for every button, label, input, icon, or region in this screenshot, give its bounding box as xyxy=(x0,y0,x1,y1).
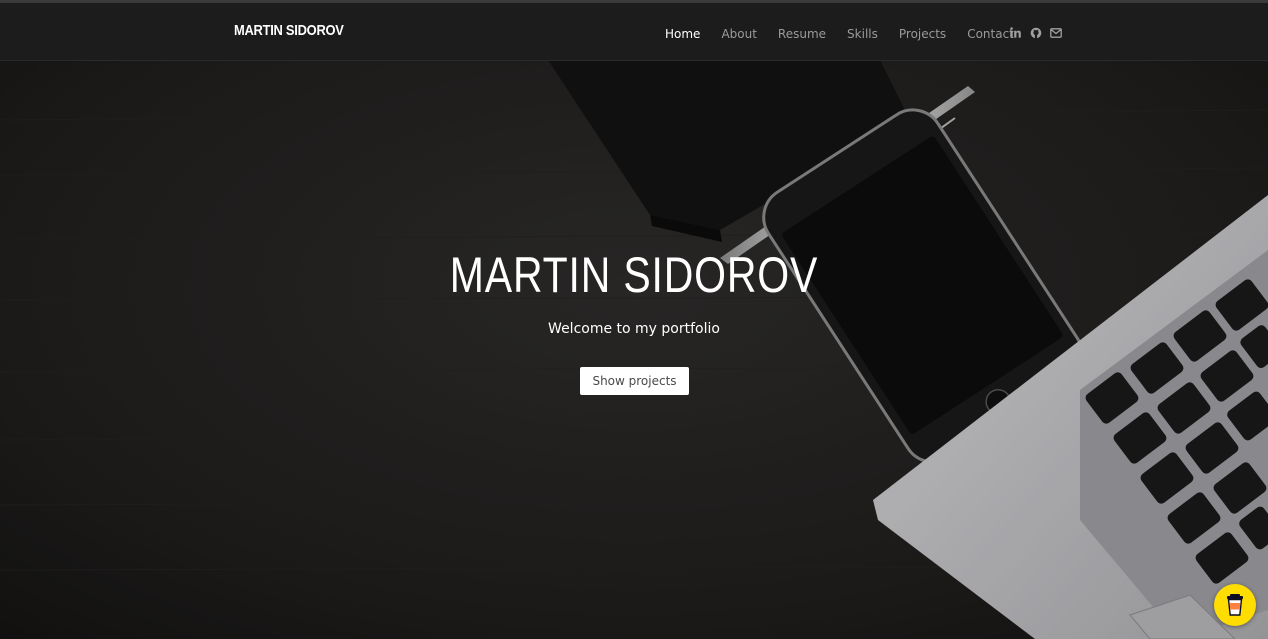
hero-title: MARTIN SIDOROV xyxy=(449,247,819,303)
coffee-button[interactable] xyxy=(1214,584,1256,626)
portfolio-page: MARTIN SIDOROV Home About Resume Skills … xyxy=(0,0,1268,639)
hero-subtitle: Welcome to my portfolio xyxy=(548,321,720,337)
nav-links: Home About Resume Skills Projects Contac… xyxy=(665,25,1035,43)
hero-background-image xyxy=(0,0,1268,639)
nav-link-contact[interactable]: Contact xyxy=(967,27,1014,41)
nav-link-resume[interactable]: Resume xyxy=(778,27,826,41)
nav-link-home[interactable]: Home xyxy=(665,27,700,41)
nav-link-projects[interactable]: Projects xyxy=(899,27,946,41)
envelope-icon[interactable] xyxy=(1049,26,1062,39)
github-icon[interactable] xyxy=(1029,26,1042,39)
nav-link-about[interactable]: About xyxy=(721,27,756,41)
coffee-cup-icon xyxy=(1227,594,1243,616)
linkedin-icon[interactable] xyxy=(1009,26,1022,39)
brand-logo[interactable]: MARTIN SIDOROV xyxy=(234,22,344,39)
top-navbar: MARTIN SIDOROV Home About Resume Skills … xyxy=(0,0,1268,61)
show-projects-button[interactable]: Show projects xyxy=(580,367,689,395)
nav-link-skills[interactable]: Skills xyxy=(847,27,878,41)
social-icons xyxy=(1009,26,1069,39)
